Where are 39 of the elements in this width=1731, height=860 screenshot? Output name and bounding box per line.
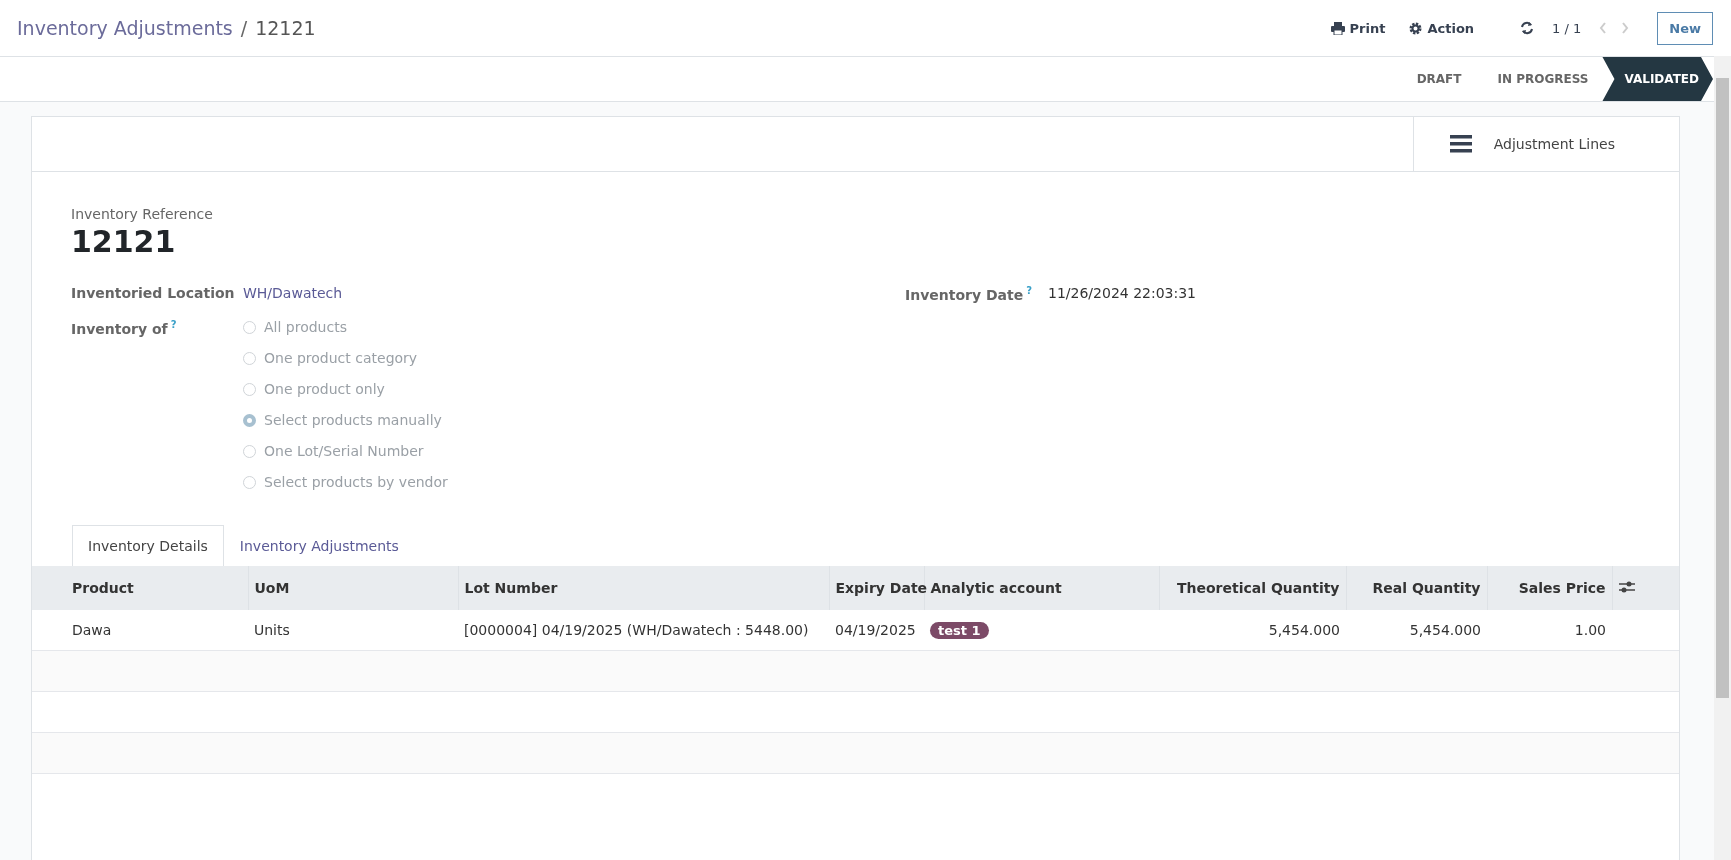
- column-header[interactable]: UoM: [248, 566, 458, 610]
- table-cell: Units: [254, 622, 290, 638]
- table-cell: 5,454.000: [1268, 622, 1340, 638]
- location-link[interactable]: WH/Dawatech: [243, 285, 343, 301]
- scrollbar[interactable]: [1714, 56, 1731, 860]
- next-icon[interactable]: [1621, 22, 1630, 34]
- column-header[interactable]: Lot Number: [458, 566, 829, 610]
- column-header[interactable]: Theoretical Quantity: [1159, 566, 1346, 610]
- table-cell: 04/19/2025: [835, 622, 916, 638]
- table-cell: 5,454.000: [1409, 622, 1481, 638]
- gear-icon: [1409, 21, 1423, 35]
- field-label: Inventoried Location: [71, 285, 236, 301]
- breadcrumb-link[interactable]: Inventory Adjustments: [17, 17, 233, 39]
- status-step[interactable]: VALIDATED: [1602, 57, 1713, 101]
- column-header[interactable]: Sales Price: [1487, 566, 1612, 610]
- tab[interactable]: Inventory Adjustments: [223, 525, 415, 566]
- table-cell: 1.00: [1574, 622, 1606, 638]
- date-value: 11/26/2024 22:03:31: [1048, 285, 1197, 301]
- new-button[interactable]: New: [1657, 11, 1713, 45]
- column-header[interactable]: Real Quantity: [1346, 566, 1487, 610]
- sliders-icon[interactable]: [1618, 579, 1635, 594]
- reference-value: 12121: [71, 224, 177, 259]
- previous-icon[interactable]: [1599, 22, 1608, 34]
- field-label: Inventory of $^{?}$: [71, 319, 178, 337]
- record-title: 12121: [255, 17, 316, 39]
- field-label: Inventory Reference: [71, 206, 214, 222]
- pager: 1 / 1: [1552, 20, 1582, 36]
- analytic-tag: test 1: [930, 621, 989, 639]
- column-header[interactable]: Product: [32, 566, 248, 610]
- field-label: Inventory Date $^{?}$: [905, 285, 1034, 303]
- print-button[interactable]: Print: [1324, 16, 1392, 40]
- printer-icon: [1330, 21, 1345, 35]
- table-cell: [0000004] 04/19/2025 (WH/Dawatech : 5448.00): [464, 622, 809, 638]
- action-button[interactable]: Action: [1403, 16, 1481, 40]
- tab[interactable]: Inventory Details: [72, 525, 224, 566]
- table-cell: Dawa: [72, 622, 112, 638]
- breadcrumb-separator: /: [240, 17, 248, 39]
- refresh-icon[interactable]: [1520, 21, 1535, 35]
- menu-icon: [1449, 135, 1472, 153]
